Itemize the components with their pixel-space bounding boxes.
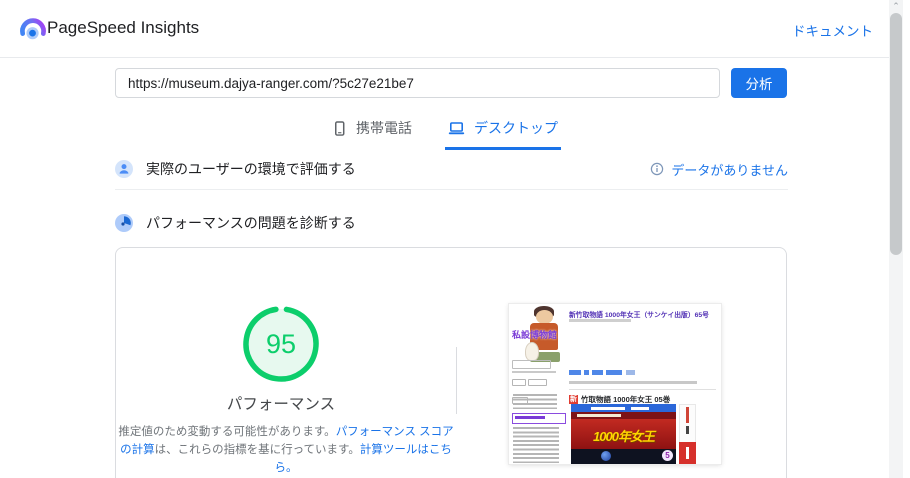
performance-score-gauge[interactable]: 95 [242,305,320,383]
thumbnail-search-box [512,360,551,369]
thumbnail-comic-cover: 1000年女王 5 [571,404,676,464]
new-badge: 新 [569,395,578,404]
documentation-link[interactable]: ドキュメント [792,20,873,40]
info-icon[interactable] [650,162,664,176]
thumbnail-divider [569,389,716,390]
real-users-icon [115,160,133,178]
thumbnail-share-buttons [569,370,659,375]
page-screenshot-thumbnail: 私設博物館 新竹取物語 1000年女王（サンケイ出版）65号 新 竹取物語 10… [509,304,721,464]
thumbnail-button-row [512,379,564,404]
thumbnail-sidebar-box [512,413,566,424]
device-tabs: 携帯電話 デスクトップ [0,112,890,150]
field-section-title: 実際のユーザーの環境で評価する [146,161,356,177]
thumbnail-subtitle-bar [569,319,631,322]
thumbnail-post-title: 新竹取物語 1000年女王（サンケイ出版）65号 [569,312,709,319]
thumbnail-tag-bar [569,381,697,384]
tab-mobile[interactable]: 携帯電話 [329,112,415,150]
thumbnail-nav-links [513,394,557,409]
vertical-divider [456,347,457,414]
pagespeed-logo-icon [20,18,46,40]
scrollbar-thumb[interactable] [890,13,902,255]
cover-title: 1000年女王 [593,429,655,444]
thumbnail-book-spine [679,404,696,464]
analyze-button[interactable]: 分析 [731,68,787,98]
performance-score-label[interactable]: パフォーマンス [118,392,444,414]
section-divider [115,189,788,190]
page-title: PageSpeed Insights [47,18,200,37]
lab-section-title: パフォーマンスの問題を診断する [146,215,356,231]
score-explanation: 推定値のため変動する可能性があります。パフォーマンス スコアの計算は、これらの指… [118,424,454,477]
field-data-section-header[interactable]: 実際のユーザーの環境で評価する データがありません [115,150,788,188]
app-header: PageSpeed Insights ドキュメント [0,0,890,58]
scrollbar-up-arrow[interactable]: ⌃ [889,1,903,12]
url-input[interactable] [115,68,720,98]
tab-desktop[interactable]: デスクトップ [445,112,561,150]
thumbnail-sidebar-links [513,427,559,463]
performance-report-card: 95 パフォーマンス 推定値のため変動する可能性があります。パフォーマンス スコ… [115,247,787,478]
diagnose-gauge-icon [115,214,133,232]
thumbnail-site-title: 私設博物館 [512,330,558,340]
score-note-text-1: 推定値のため変動する可能性があります。 [118,426,336,438]
desktop-laptop-icon [448,121,465,134]
cover-volume-badge: 5 [662,450,673,461]
score-note-text-2: は、これらの指標を基に行っています。 [154,443,360,456]
mobile-phone-icon [335,120,345,136]
performance-score-value: 95 [265,329,297,359]
lab-section-header: パフォーマンスの問題を診断する [115,204,788,242]
pagespeed-insights-page: PageSpeed Insights ドキュメント 分析 携帯電話 デスクトップ [0,0,910,478]
tab-mobile-label: 携帯電話 [356,120,412,136]
thumbnail-text-bars [512,371,556,376]
cover-earth-graphic [601,451,611,461]
score-column: 95 パフォーマンス 推定値のため変動する可能性があります。パフォーマンス スコ… [118,248,454,478]
no-data-status: データがありません [671,162,788,178]
scrollbar[interactable]: ⌃ [889,0,903,478]
tab-desktop-label: デスクトップ [474,120,558,136]
